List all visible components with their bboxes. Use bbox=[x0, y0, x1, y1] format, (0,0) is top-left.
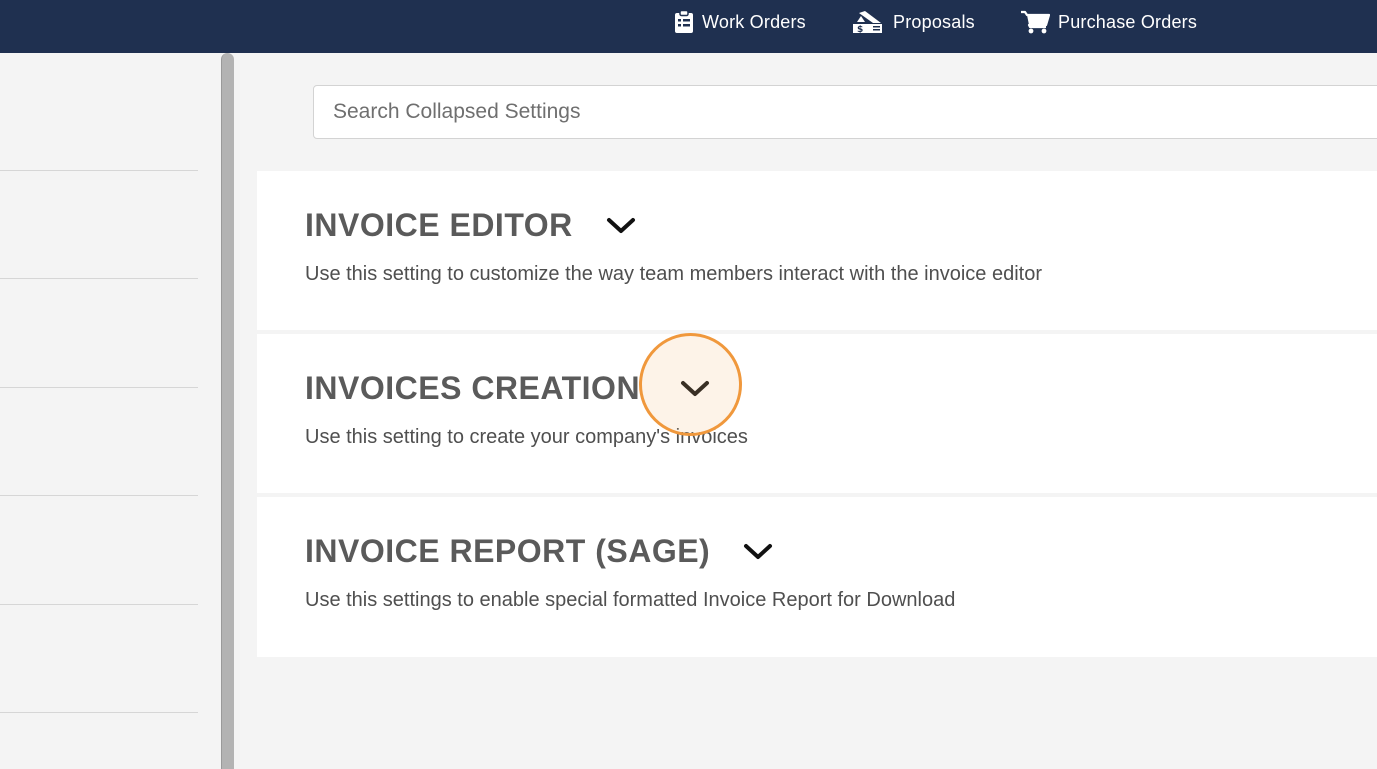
nav-purchase-orders-label: Purchase Orders bbox=[1058, 11, 1198, 32]
sidebar-divider bbox=[0, 387, 198, 388]
search-collapsed-settings-input[interactable] bbox=[313, 85, 1377, 139]
setting-card-description: Use this settings to enable special form… bbox=[305, 589, 956, 611]
setting-card-header: INVOICES CREATION bbox=[305, 370, 713, 407]
chevron-down-icon[interactable] bbox=[677, 371, 713, 407]
setting-card-description: Use this setting to create your company'… bbox=[305, 426, 748, 448]
chevron-down-icon[interactable] bbox=[740, 534, 776, 570]
setting-card-header: INVOICE REPORT (SAGE) bbox=[305, 533, 776, 570]
clipboard-list-icon bbox=[674, 10, 694, 34]
setting-card-title: INVOICES CREATION bbox=[305, 370, 641, 406]
setting-card-title: INVOICE REPORT (SAGE) bbox=[305, 533, 711, 569]
nav-work-orders[interactable]: Work Orders bbox=[674, 0, 806, 44]
sidebar-divider bbox=[0, 170, 198, 171]
setting-card-invoice-report-sage: INVOICE REPORT (SAGE) Use this settings … bbox=[257, 497, 1377, 657]
svg-text:$: $ bbox=[857, 25, 863, 34]
nav-proposals-label: Proposals bbox=[893, 11, 975, 32]
sidebar-divider bbox=[0, 278, 198, 279]
setting-card-invoice-editor: INVOICE EDITOR Use this setting to custo… bbox=[257, 171, 1377, 330]
chevron-down-icon[interactable] bbox=[603, 208, 639, 244]
settings-sidebar bbox=[0, 53, 221, 769]
setting-card-title: INVOICE EDITOR bbox=[305, 207, 573, 243]
proposal-dollar-icon: $ bbox=[851, 10, 885, 34]
shopping-cart-icon bbox=[1020, 10, 1050, 34]
sidebar-divider bbox=[0, 712, 198, 713]
nav-proposals[interactable]: $ Proposals bbox=[851, 0, 975, 44]
nav-purchase-orders[interactable]: Purchase Orders bbox=[1020, 0, 1197, 44]
sidebar-divider bbox=[0, 495, 198, 496]
sidebar-scrollbar-thumb[interactable] bbox=[221, 53, 234, 769]
setting-card-description: Use this setting to customize the way te… bbox=[305, 263, 1042, 285]
sidebar-divider bbox=[0, 604, 198, 605]
setting-card-header: INVOICE EDITOR bbox=[305, 207, 639, 244]
nav-work-orders-label: Work Orders bbox=[702, 11, 806, 32]
setting-card-invoices-creation: INVOICES CREATION Use this setting to cr… bbox=[257, 334, 1377, 493]
top-navigation-bar: Work Orders $ Proposals Purchase Orders bbox=[0, 0, 1377, 53]
